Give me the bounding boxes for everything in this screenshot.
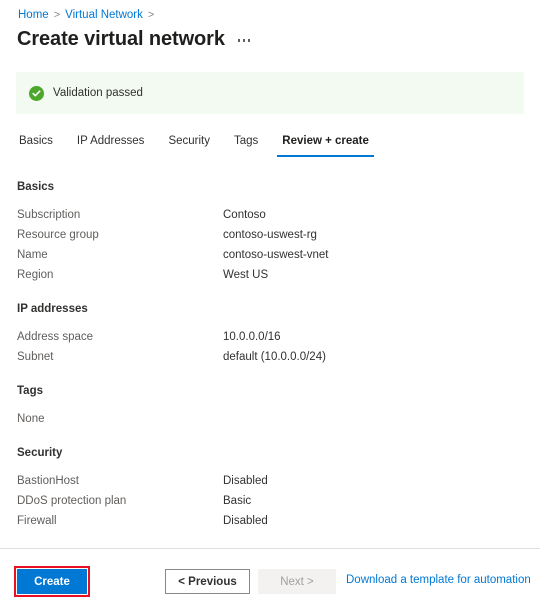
breadcrumb-link-1[interactable]: Virtual Network [65,9,143,21]
summary-row-value: Contoso [223,209,266,221]
tab-basics[interactable]: Basics [17,133,65,157]
section-heading: Security [17,447,63,459]
section-ip-addresses: IP addresses Address space 10.0.0.0/16 Subn… [17,302,517,367]
page-title: Create virtual network [17,28,225,50]
section-security: Security BastionHost Disabled DDoS protecti… [17,446,517,531]
section-heading: Tags [17,385,43,397]
tab-security[interactable]: Security [156,133,222,157]
summary-row-label: DDoS protection plan [17,495,127,507]
summary-row: DDoS protection plan Basic [17,491,517,511]
summary-row-label: Subnet [17,351,54,363]
summary-row: Address space 10.0.0.0/16 [17,327,517,347]
breadcrumb-separator: > [53,9,61,21]
validation-banner: Validation passed [16,72,524,114]
download-template-link[interactable]: Download a template for automation [346,574,531,586]
summary-row-value: 10.0.0.0/16 [223,331,281,343]
summary-row-label: Region [17,269,54,281]
summary-row-value: default (10.0.0.0/24) [223,351,326,363]
tab-tags[interactable]: Tags [222,133,270,157]
ellipsis-dot [247,39,251,42]
previous-button[interactable]: < Previous [165,569,250,594]
summary-row: Resource group contoso-uswest-rg [17,225,517,245]
breadcrumb-separator: > [147,9,155,21]
summary-row-label: Firewall [17,515,57,527]
summary-row-value: Disabled [223,475,268,487]
summary-row-value: contoso-uswest-vnet [223,249,329,261]
section-basics: Basics Subscription Contoso Resource group c… [17,180,517,285]
wizard-tabs: Basics IP Addresses Security Tags Review + c… [17,133,381,157]
section-heading: Basics [17,181,55,193]
summary-row-value: Disabled [223,515,268,527]
validation-banner-text: Validation passed [53,87,143,99]
create-button[interactable]: Create [17,569,87,594]
tab-ip-addresses[interactable]: IP Addresses [65,133,157,157]
breadcrumb-link-0[interactable]: Home [18,9,49,21]
footer-divider [0,548,540,549]
summary-row-label: Resource group [17,229,99,241]
tab-review-create[interactable]: Review + create [270,133,381,157]
summary-row-label: Address space [17,331,94,343]
breadcrumb: Home > Virtual Network > [18,7,159,23]
summary-row: Subscription Contoso [17,205,517,225]
summary-row-label: Subscription [17,209,81,221]
section-empty-text: None [17,413,45,425]
summary-row-label: Name [17,249,48,261]
summary-row: Firewall Disabled [17,511,517,531]
page-title-row: Create virtual network [17,26,253,52]
summary-row-value: West US [223,269,269,281]
summary-row-label: BastionHost [17,475,80,487]
ellipsis-dot [237,39,241,42]
review-content: Basics Subscription Contoso Resource group c… [17,180,517,548]
summary-row: Name contoso-uswest-vnet [17,245,517,265]
summary-row: Subnet default (10.0.0.0/24) [17,347,517,367]
section-heading: IP addresses [17,303,88,315]
next-button: Next > [258,569,336,594]
section-tags: Tags None [17,384,517,429]
footer-actions: Create < Previous Next > Download a temp… [0,566,540,600]
summary-row-value: Basic [223,495,252,507]
summary-row: Region West US [17,265,517,285]
summary-row-value: contoso-uswest-rg [223,229,317,241]
more-commands-icon[interactable] [235,34,254,44]
summary-row: BastionHost Disabled [17,471,517,491]
ellipsis-dot [242,39,246,42]
success-check-icon [29,85,44,101]
create-button-highlight: Create [14,566,90,597]
